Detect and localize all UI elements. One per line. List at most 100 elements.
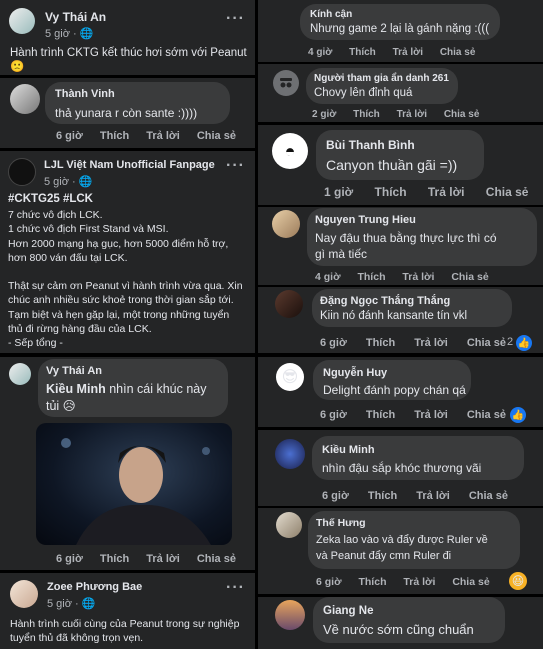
like-button[interactable]: Thích [353, 109, 380, 120]
comment-actions: 6 giờ Thích Trả lời Chia sẻ [316, 576, 504, 588]
post-line: Tạm biệt và hẹn gặp lại, một trong những… [8, 308, 230, 321]
post-time-text: 5 giờ · [47, 598, 82, 610]
comment-text-line: và Peanut đẩy cmn Ruler đi [316, 550, 452, 562]
avatar[interactable] [272, 210, 300, 238]
like-button[interactable]: Thích [357, 271, 385, 283]
comment-author[interactable]: Nguyễn Huy [323, 367, 387, 379]
comment-actions: 6 giờ Thích Trả lời Chia sẻ [320, 337, 520, 349]
avatar[interactable] [275, 439, 305, 469]
share-button[interactable]: Chia sẻ [486, 185, 529, 199]
post-line: hơn 800 ván đấu tại LCK. [8, 251, 128, 264]
comment-author[interactable]: Đặng Ngọc Thắng Thắng [320, 295, 450, 307]
comment-author[interactable]: Kính cận [310, 9, 352, 20]
like-button[interactable]: Thích [366, 409, 395, 421]
share-button[interactable]: Chia sẻ [469, 490, 508, 502]
post-hashtags[interactable]: #CKTG25 #LCK [8, 193, 93, 205]
avatar[interactable] [276, 512, 302, 538]
avatar[interactable]: ◓ [272, 133, 308, 169]
like-button[interactable]: Thích [100, 130, 129, 142]
share-button[interactable]: Chia sẻ [452, 576, 489, 588]
reply-button[interactable]: Trả lời [146, 553, 180, 565]
mention-link[interactable]: Kiều Minh [46, 382, 106, 396]
comment-author[interactable]: Người tham gia ẩn danh 261 [314, 73, 449, 84]
more-dots-icon[interactable]: ··· [226, 157, 245, 175]
post-line: chúc anh nhiều sức khoẻ trong thời gian … [8, 294, 234, 307]
comment-vy-thai-an: Vy Thái An Kiều Minh nhìn cái khúc này t… [0, 357, 255, 570]
comment-actions: 4 giờ Thích Trả lời Chia sẻ [308, 47, 489, 58]
more-dots-icon[interactable]: ··· [226, 579, 245, 597]
comment-author[interactable]: Thành Vinh [55, 88, 115, 100]
anonymous-avatar[interactable] [273, 70, 299, 96]
comment-bubble: Nguyễn Huy Delight đánh popy chán qá [313, 360, 471, 400]
share-button[interactable]: Chia sẻ [197, 553, 236, 565]
share-button[interactable]: Chia sẻ [451, 271, 488, 283]
comment-time: 1 giờ [324, 185, 354, 199]
post-line: 7 chức vô địch LCK. [8, 209, 103, 221]
like-button[interactable]: Thích [100, 553, 129, 565]
reply-button[interactable]: Trả lời [414, 409, 448, 421]
comment-image[interactable] [36, 423, 232, 545]
comment-author[interactable]: Nguyen Trung Hieu [315, 214, 416, 226]
comment-author[interactable]: Giang Ne [323, 605, 373, 617]
comment-text-part: tủi 😥 [46, 399, 76, 413]
post-time: 5 giờ · 🌐 [45, 27, 93, 40]
like-button[interactable]: Thích [368, 490, 397, 502]
like-reaction-icon[interactable]: 👍 [516, 335, 532, 351]
comment-text-line: Nay đậu thua bằng thực lực thì có [315, 231, 497, 245]
comment-author[interactable]: Thế Hưng [316, 517, 366, 529]
reply-button[interactable]: Trả lời [393, 47, 423, 58]
avatar[interactable] [275, 600, 305, 630]
reaction-count[interactable]: 2 [507, 336, 513, 348]
reply-button[interactable]: Trả lời [146, 130, 180, 142]
avatar[interactable] [9, 363, 31, 385]
avatar[interactable] [275, 290, 303, 318]
like-button[interactable]: Thích [358, 576, 386, 588]
comment-author[interactable]: Vy Thái An [46, 365, 102, 377]
reply-button[interactable]: Trả lời [428, 185, 465, 199]
comment-bubble: Nguyen Trung Hieu Nay đậu thua bằng thực… [307, 208, 537, 266]
share-button[interactable]: Chia sẻ [440, 47, 476, 58]
share-button[interactable]: Chia sẻ [197, 130, 236, 142]
comment-author[interactable]: Bùi Thanh Bình [326, 138, 415, 152]
haha-reaction-icon[interactable]: 😆 [509, 572, 527, 590]
comment-text: Kiều Minh nhìn cái khúc này tủi 😥 [46, 381, 206, 415]
post-author[interactable]: Vy Thái An [45, 10, 106, 24]
reply-button[interactable]: Trả lời [397, 109, 427, 120]
comment-bubble: Kiều Minh nhìn đậu sắp khóc thương vãi [312, 436, 524, 480]
more-dots-icon[interactable]: ··· [226, 10, 245, 28]
sunglasses-icon: 😎 [281, 369, 299, 386]
comment-text: Zeka lao vào và đẩy được Ruler về và Pea… [316, 532, 488, 564]
like-button[interactable]: Thích [349, 47, 376, 58]
reply-button[interactable]: Trả lời [402, 271, 434, 283]
comment-dang-ngoc-thang: Đặng Ngọc Thắng Thắng Kiin nó đánh kansa… [258, 287, 543, 353]
reply-button[interactable]: Trả lời [416, 490, 450, 502]
comment-author[interactable]: Kiều Minh [322, 444, 375, 456]
comment-giang-ne: Giang Ne Về nước sớm cũng chuẩn [258, 597, 543, 649]
comment-actions: 6 giờ Thích Trả lời Chia sẻ [56, 553, 250, 565]
comment-bubble: Giang Ne Về nước sớm cũng chuẩn [313, 597, 505, 643]
avatar[interactable] [10, 580, 38, 608]
comment-bubble: Thế Hưng Zeka lao vào và đẩy được Ruler … [308, 511, 520, 569]
avatar[interactable] [9, 8, 35, 34]
post-author[interactable]: Zoee Phương Bae [47, 581, 142, 593]
post-line: - Sếp tổng - [8, 337, 63, 350]
post-text: Hành trình CKTG kết thúc hơi sớm với Pea… [10, 47, 247, 73]
reply-button[interactable]: Trả lời [414, 337, 448, 349]
page-avatar[interactable] [8, 158, 36, 186]
share-button[interactable]: Chia sẻ [444, 109, 480, 120]
comment-time: 6 giờ [56, 553, 83, 565]
share-button[interactable]: Chia sẻ [467, 409, 506, 421]
reply-button[interactable]: Trả lời [403, 576, 435, 588]
avatar[interactable] [10, 84, 40, 114]
avatar[interactable]: 😎 [276, 363, 304, 391]
page-name[interactable]: LJL Việt Nam Unofficial Fanpage [44, 159, 215, 171]
like-button[interactable]: Thích [366, 337, 395, 349]
post-time-text: 5 giờ · [45, 28, 80, 40]
like-reaction-icon[interactable]: 👍 [510, 407, 526, 423]
like-button[interactable]: Thích [375, 185, 407, 199]
share-button[interactable]: Chia sẻ [467, 337, 506, 349]
post-line: Hành trình cuối cùng của Peanut trong sự… [10, 618, 240, 630]
anonymous-icon [280, 78, 292, 88]
comment-kinh-can: Kính cận Nhưng game 2 lại là gánh nặng :… [258, 0, 543, 62]
comment-time: 6 giờ [316, 576, 342, 588]
